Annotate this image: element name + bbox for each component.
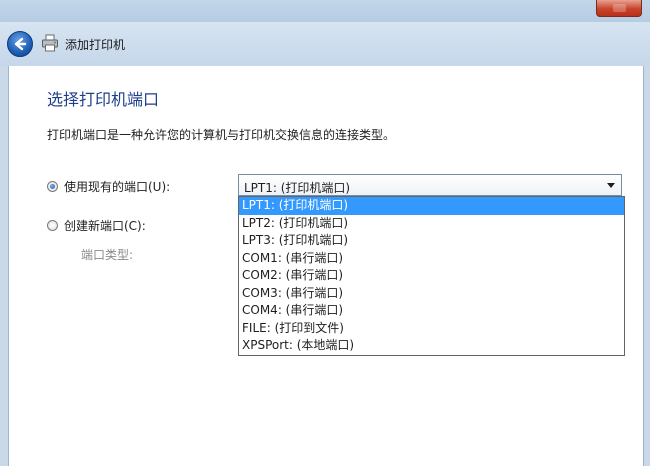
port-option-file[interactable]: FILE: (打印到文件) bbox=[239, 320, 624, 338]
existing-port-radio[interactable] bbox=[47, 181, 58, 192]
existing-port-option[interactable]: 使用现有的端口(U): bbox=[47, 178, 170, 195]
new-port-label: 创建新端口(C): bbox=[64, 219, 146, 233]
port-type-label: 端口类型: bbox=[81, 248, 134, 262]
port-option-lpt3[interactable]: LPT3: (打印机端口) bbox=[239, 232, 624, 250]
port-option-com2[interactable]: COM2: (串行端口) bbox=[239, 267, 624, 285]
port-dropdown-list: LPT1: (打印机端口) LPT2: (打印机端口) LPT3: (打印机端口… bbox=[238, 196, 625, 356]
port-option-com3[interactable]: COM3: (串行端口) bbox=[239, 285, 624, 303]
port-option-com1[interactable]: COM1: (串行端口) bbox=[239, 250, 624, 268]
port-select[interactable]: LPT1: (打印机端口) bbox=[238, 174, 622, 196]
port-option-lpt1[interactable]: LPT1: (打印机端口) bbox=[239, 197, 624, 215]
port-select-value: LPT1: (打印机端口) bbox=[244, 181, 351, 195]
port-option-xpsport[interactable]: XPSPort: (本地端口) bbox=[239, 337, 624, 355]
back-arrow-icon bbox=[14, 37, 27, 51]
window-title: 添加打印机 bbox=[65, 38, 126, 52]
back-button[interactable] bbox=[7, 31, 33, 57]
page-description: 打印机端口是一种允许您的计算机与打印机交换信息的连接类型。 bbox=[47, 128, 396, 142]
close-button[interactable] bbox=[596, 0, 642, 17]
port-option-com4[interactable]: COM4: (串行端口) bbox=[239, 302, 624, 320]
navigation-bar: 添加打印机 bbox=[0, 22, 650, 66]
printer-icon bbox=[42, 34, 58, 52]
title-bar bbox=[0, 0, 650, 22]
page-title: 选择打印机端口 bbox=[47, 90, 160, 109]
existing-port-label: 使用现有的端口(U): bbox=[64, 180, 171, 194]
chevron-down-icon[interactable] bbox=[607, 183, 615, 188]
wizard-content: 选择打印机端口 打印机端口是一种允许您的计算机与打印机交换信息的连接类型。 使用… bbox=[8, 66, 644, 466]
new-port-option[interactable]: 创建新端口(C): bbox=[47, 217, 146, 234]
new-port-radio[interactable] bbox=[47, 220, 58, 231]
port-option-lpt2[interactable]: LPT2: (打印机端口) bbox=[239, 215, 624, 233]
